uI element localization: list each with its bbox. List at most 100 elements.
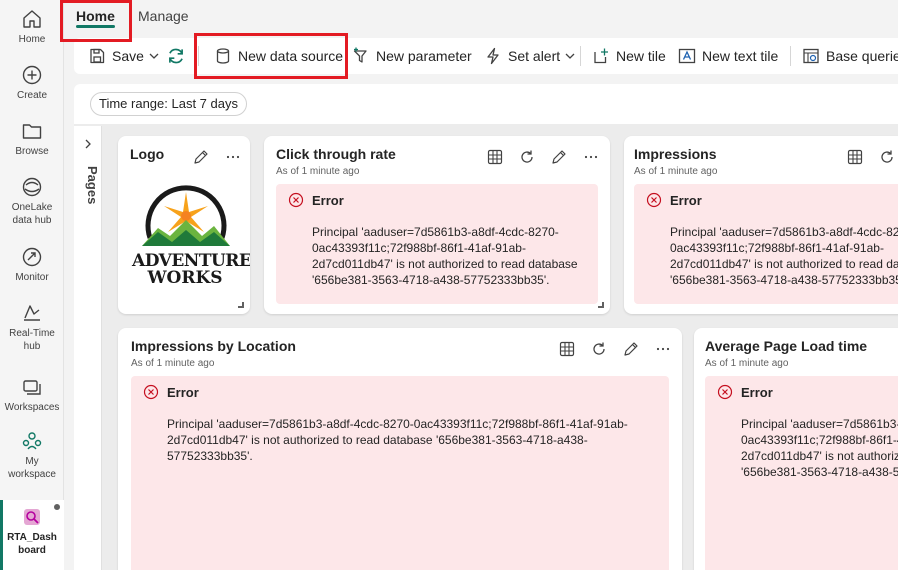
active-tab-underline <box>76 25 115 28</box>
rail-label: Real-Time hub <box>9 328 55 352</box>
error-message: Principal 'aaduser=7d5861b3-a8df-4cdc-82… <box>741 417 898 479</box>
refresh-icon <box>169 48 183 64</box>
tab-home-label: Home <box>76 8 115 24</box>
error-header: Error <box>717 384 773 400</box>
adventure-works-logo-icon <box>142 185 230 246</box>
realtime-icon <box>24 305 40 321</box>
workspaces-icon <box>23 380 41 395</box>
set-alert-label: Set alert <box>508 48 561 64</box>
error-header: Error <box>646 192 702 208</box>
new-data-source-button[interactable]: New data source <box>214 38 343 74</box>
my-workspace-icon <box>22 432 42 450</box>
tile-impressions[interactable]: Impressions As of 1 minute ago Error Pri… <box>624 136 898 314</box>
edit-icon[interactable] <box>622 340 640 358</box>
chevron-right-icon[interactable] <box>82 138 94 150</box>
new-tile-button[interactable]: New tile <box>592 38 666 74</box>
new-data-source-label: New data source <box>238 48 344 64</box>
rail-my-workspace[interactable]: My workspace <box>0 430 64 481</box>
error-title: Error <box>167 384 199 400</box>
tile-timestamp: As of 1 minute ago <box>131 358 215 369</box>
tile-timestamp: As of 1 minute ago <box>276 166 360 177</box>
tile-logo[interactable]: Logo ADVENTURE WORKS <box>118 136 250 314</box>
dashboard-icon <box>24 509 40 525</box>
rail-label: OneLake data hub <box>11 202 53 226</box>
toolbar-divider <box>790 46 791 66</box>
toolbar-divider <box>580 46 581 66</box>
lightning-icon <box>487 47 499 65</box>
toolbar-divider <box>198 46 199 66</box>
left-nav-rail: Home Create Browse OneLake data hub Moni… <box>0 0 64 570</box>
save-label: Save <box>112 48 144 64</box>
error-message: Principal 'aaduser=7d5861b3-a8df-4cdc-82… <box>670 225 898 287</box>
more-options-icon[interactable] <box>224 148 242 166</box>
table-view-icon[interactable] <box>558 340 576 358</box>
tile-title: Logo <box>130 146 165 162</box>
rail-label: Workspaces <box>4 402 60 413</box>
tile-timestamp: As of 1 minute ago <box>634 166 718 177</box>
chevron-down-icon <box>565 53 575 59</box>
rail-create[interactable]: Create <box>0 64 64 102</box>
table-view-icon[interactable] <box>846 148 864 166</box>
tile-add-icon <box>594 48 608 64</box>
monitor-icon <box>22 247 42 267</box>
base-queries-button[interactable]: Base queries <box>802 38 898 74</box>
rail-onelake[interactable]: OneLake data hub <box>0 176 64 227</box>
ribbon-toolbar: Save New data source New parameter Set a… <box>74 38 898 74</box>
error-circle-icon <box>288 192 304 208</box>
rail-label: Browse <box>15 146 49 157</box>
rail-browse[interactable]: Browse <box>0 120 64 158</box>
refresh-icon[interactable] <box>590 340 608 358</box>
error-title: Error <box>670 192 702 208</box>
pages-label[interactable]: Pages <box>76 166 100 204</box>
save-icon <box>90 48 105 64</box>
rail-home[interactable]: Home <box>0 8 64 46</box>
new-parameter-button[interactable]: New parameter <box>352 38 472 74</box>
tile-timestamp: As of 1 minute ago <box>705 358 789 369</box>
refresh-icon[interactable] <box>878 148 896 166</box>
table-view-icon[interactable] <box>486 148 504 166</box>
home-icon <box>23 10 41 28</box>
pages-pane: Pages <box>74 126 102 570</box>
error-message: Principal 'aaduser=7d5861b3-a8df-4cdc-82… <box>312 225 578 287</box>
rail-workspaces[interactable]: Workspaces <box>0 376 64 414</box>
tile-average-page-load-time[interactable]: Average Page Load time As of 1 minute ag… <box>694 328 898 570</box>
time-range-filter[interactable]: Time range: Last 7 days <box>90 92 247 116</box>
error-header: Error <box>143 384 199 400</box>
tab-manage[interactable]: Manage <box>138 0 189 32</box>
rail-label: Home <box>18 34 46 45</box>
refresh-icon[interactable] <box>518 148 536 166</box>
set-alert-button[interactable]: Set alert <box>484 38 576 74</box>
refresh-button[interactable] <box>166 38 192 74</box>
base-queries-icon <box>803 48 819 64</box>
tile-impressions-by-location[interactable]: Impressions by Location As of 1 minute a… <box>118 328 682 570</box>
new-parameter-label: New parameter <box>376 48 472 64</box>
rail-rta-dashboard[interactable]: RTA_Dashboard <box>0 506 64 557</box>
new-tile-label: New tile <box>616 48 666 64</box>
rail-label: Create <box>16 90 47 101</box>
tile-title: Average Page Load time <box>705 338 868 354</box>
rail-realtime-hub[interactable]: Real-Time hub <box>0 302 64 353</box>
edit-icon[interactable] <box>550 148 568 166</box>
more-options-icon[interactable] <box>582 148 600 166</box>
tab-home[interactable]: Home <box>76 0 115 32</box>
error-panel: Error Principal 'aaduser=7d5861b3-a8df-4… <box>705 376 898 570</box>
error-circle-icon <box>646 192 662 208</box>
tile-click-through-rate[interactable]: Click through rate As of 1 minute ago Er… <box>264 136 610 314</box>
resize-handle[interactable] <box>238 302 244 308</box>
ribbon-tabs: Home Manage <box>66 0 898 40</box>
tile-title: Click through rate <box>276 146 396 162</box>
resize-handle[interactable] <box>598 302 604 308</box>
new-text-tile-button[interactable]: New text tile <box>678 38 778 74</box>
error-panel: Error Principal 'aaduser=7d5861b3-a8df-4… <box>634 184 898 304</box>
error-title: Error <box>741 384 773 400</box>
logo-text-line2: WORKS <box>147 268 223 288</box>
rail-monitor[interactable]: Monitor <box>0 246 64 284</box>
save-button[interactable]: Save <box>88 38 160 74</box>
rail-label: My workspace <box>8 456 56 480</box>
error-message: Principal 'aaduser=7d5861b3-a8df-4cdc-82… <box>167 417 628 463</box>
more-options-icon[interactable] <box>654 340 672 358</box>
database-icon <box>216 48 230 64</box>
edit-icon[interactable] <box>192 148 210 166</box>
base-queries-label: Base queries <box>826 48 898 64</box>
filter-bar: Time range: Last 7 days <box>74 84 898 124</box>
